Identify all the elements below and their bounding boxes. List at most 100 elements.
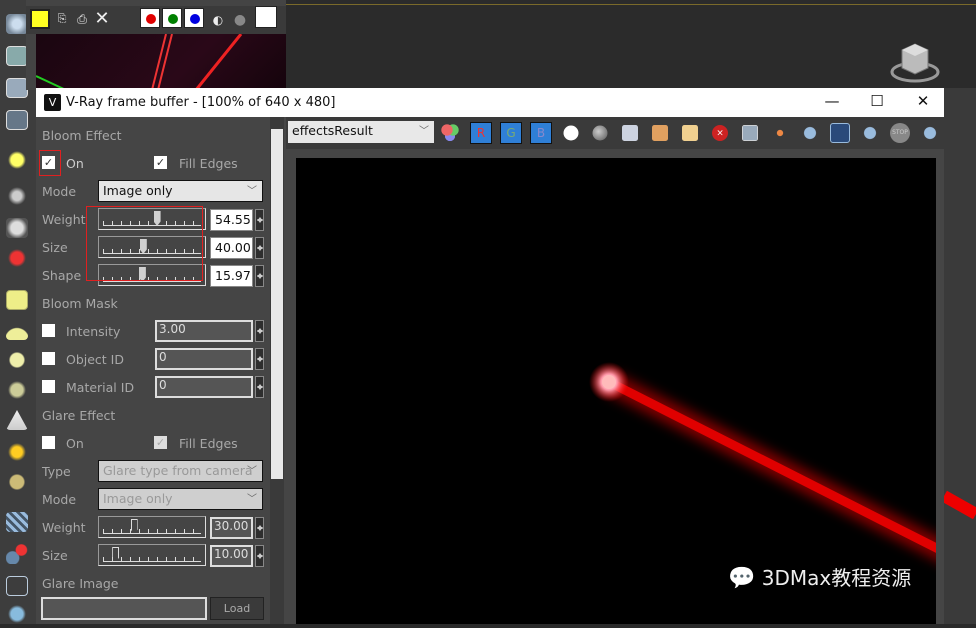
close-button[interactable]: ✕	[912, 92, 934, 112]
command-sidebar	[0, 0, 36, 624]
alpha-icon[interactable]: ●	[230, 10, 250, 30]
bloom-size-input[interactable]: 40.00	[210, 237, 253, 259]
stop-icon[interactable]: STOP	[890, 123, 910, 143]
viewcube-icon[interactable]	[890, 40, 940, 84]
plane-light-icon[interactable]	[6, 290, 28, 310]
window-title: V-Ray frame buffer - [100% of 640 x 480]	[66, 95, 336, 110]
glare-image-field[interactable]	[41, 597, 207, 620]
chevron-down-icon: ﹀	[419, 126, 429, 137]
material-id-checkbox[interactable]	[42, 380, 55, 393]
bloom-mask-header: Bloom Mask	[42, 296, 118, 311]
glare-type-value: Glare type from camera	[103, 463, 253, 478]
bloom-mode-value: Image only	[103, 183, 173, 198]
channel-select[interactable]: effectsResult ﹀	[288, 121, 434, 143]
material-editor-icon[interactable]	[6, 110, 28, 130]
green-channel-button[interactable]	[162, 8, 182, 28]
bloom-shape-spinner[interactable]	[255, 265, 264, 287]
glare-weight-slider[interactable]	[98, 516, 206, 538]
blue-channel-button[interactable]	[184, 8, 204, 28]
render-last-icon[interactable]	[860, 123, 880, 143]
teapot-icon[interactable]	[6, 14, 28, 34]
sphere-icon[interactable]	[6, 218, 28, 238]
glare-size-input[interactable]: 10.00	[210, 545, 253, 567]
glare-fill-edges-label: Fill Edges	[179, 436, 238, 451]
ambient-light-icon[interactable]	[6, 472, 28, 492]
vfb-toolbar: effectsResult ﹀ R G B × STOP	[286, 117, 944, 149]
light-icon[interactable]	[6, 150, 28, 170]
viewport-background	[286, 0, 976, 90]
clear-image-icon[interactable]: ×	[712, 125, 728, 141]
color-channels-icon[interactable]	[440, 123, 460, 143]
green-channel-button[interactable]: G	[500, 122, 522, 144]
glare-type-select[interactable]: Glare type from camera ﹀	[98, 460, 263, 482]
load-image-icon[interactable]	[652, 125, 668, 141]
material-id-input[interactable]: 0	[155, 376, 253, 398]
color-swatch[interactable]	[255, 6, 277, 28]
duplicate-to-max-icon[interactable]	[682, 125, 698, 141]
compare-icon[interactable]	[830, 123, 850, 143]
ies-light-icon[interactable]	[6, 410, 28, 430]
wechat-icon: 💬	[728, 566, 756, 591]
mono-icon[interactable]	[592, 125, 608, 141]
print-icon[interactable]: ⎙	[72, 9, 92, 29]
minimize-button[interactable]: —	[821, 92, 843, 112]
clear-icon[interactable]: ✕	[92, 9, 112, 29]
sliders-highlight-box	[86, 206, 203, 281]
glare-mode-select[interactable]: Image only ﹀	[98, 488, 263, 510]
channel-select-value: effectsResult	[292, 123, 373, 138]
intensity-input[interactable]: 3.00	[155, 320, 253, 342]
track-mouse-icon[interactable]	[742, 125, 758, 141]
glare-size-spinner[interactable]	[255, 545, 264, 567]
proxy-icon[interactable]	[6, 544, 28, 564]
bloom-shape-input[interactable]: 15.97	[210, 265, 253, 287]
bloom-size-spinner[interactable]	[255, 237, 264, 259]
mesh-light-icon[interactable]	[6, 380, 28, 400]
sphere-light-icon[interactable]	[6, 350, 28, 370]
lens-effects-panel: Bloom Effect ✓ On ✓ Fill Edges Mode Imag…	[36, 117, 286, 624]
glare-fill-edges-checkbox[interactable]: ✓	[154, 436, 167, 449]
intensity-spinner[interactable]	[255, 320, 264, 342]
glare-size-label: Size	[42, 548, 68, 563]
maximize-button[interactable]: ☐	[866, 92, 888, 112]
bloom-fill-edges-checkbox[interactable]: ✓	[154, 156, 167, 169]
render-region-teapot-icon[interactable]	[800, 123, 820, 143]
plane-icon[interactable]	[6, 576, 28, 596]
dome-light-icon[interactable]	[6, 320, 28, 340]
region-render-icon[interactable]	[772, 125, 788, 141]
bloom-weight-input[interactable]: 54.55	[210, 209, 253, 231]
object-id-input[interactable]: 0	[155, 348, 253, 370]
intensity-checkbox[interactable]	[42, 324, 55, 337]
sun-icon[interactable]	[6, 442, 28, 462]
save-image-icon[interactable]	[622, 125, 638, 141]
save-icon[interactable]	[30, 9, 50, 29]
glare-mode-value: Image only	[103, 491, 173, 506]
bloom-mode-select[interactable]: Image only ﹀	[98, 180, 263, 202]
object-id-spinner[interactable]	[255, 348, 264, 370]
load-button[interactable]: Load	[210, 597, 264, 620]
material-id-spinner[interactable]	[255, 376, 264, 398]
glare-weight-spinner[interactable]	[255, 517, 264, 539]
red-channel-button[interactable]: R	[470, 122, 492, 144]
camera-red-icon[interactable]	[6, 248, 28, 268]
blue-channel-button[interactable]: B	[530, 122, 552, 144]
chevron-down-icon: ﹀	[247, 466, 257, 477]
fur-icon[interactable]	[6, 512, 28, 532]
render-frame-icon[interactable]	[6, 78, 28, 98]
mono-icon[interactable]: ◐	[208, 10, 228, 30]
object-id-checkbox[interactable]	[42, 352, 55, 365]
copy-icon[interactable]: ⎘	[52, 9, 72, 29]
scrollbar-thumb[interactable]	[271, 129, 283, 479]
glare-size-slider[interactable]	[98, 544, 206, 566]
panel-scrollbar[interactable]	[270, 117, 284, 624]
red-channel-button[interactable]	[140, 8, 160, 28]
bloom-weight-spinner[interactable]	[255, 209, 264, 231]
render-setup-icon[interactable]	[6, 46, 28, 66]
gear-icon[interactable]	[6, 604, 28, 624]
glare-weight-label: Weight	[42, 520, 86, 535]
alpha-channel-icon[interactable]	[563, 125, 579, 141]
render-teapot-icon[interactable]	[920, 123, 940, 143]
glare-on-checkbox[interactable]	[42, 436, 55, 449]
glare-weight-input[interactable]: 30.00	[210, 517, 253, 539]
laser-source	[602, 375, 616, 389]
camera-icon[interactable]	[6, 186, 28, 206]
